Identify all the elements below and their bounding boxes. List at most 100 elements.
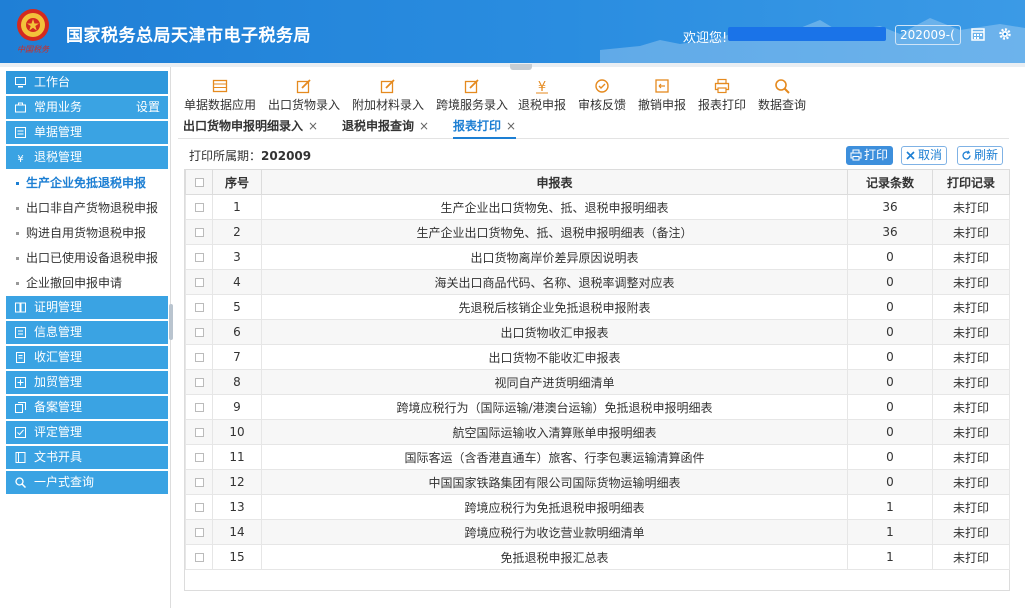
print-icon <box>714 78 730 94</box>
search-icon <box>15 477 26 488</box>
table-row[interactable]: 7 出口货物不能收汇申报表 0 未打印 <box>185 344 1010 370</box>
table-row[interactable]: 1 生产企业出口货物免、抵、退税申报明细表 36 未打印 <box>185 194 1010 220</box>
sidebar-item-filing[interactable]: 备案管理 <box>6 396 168 419</box>
table-row[interactable]: 5 先退税后核销企业免抵退税申报附表 0 未打印 <box>185 294 1010 320</box>
sidebar-item-collection[interactable]: 收汇管理 <box>6 346 168 369</box>
row-checkbox[interactable] <box>194 478 204 487</box>
sidebar-item-workbench[interactable]: 工作台 <box>6 71 168 94</box>
tab-refund-query[interactable]: 退税申报查询 × <box>342 116 429 137</box>
row-checkbox[interactable] <box>194 278 204 287</box>
sidebar: 工作台 常用业务 设置 单据管理 ¥ 退税管理 生产企业免抵退税申报 出口非自产… <box>6 71 168 496</box>
refresh-button[interactable]: 刷新 <box>957 146 1004 165</box>
row-checkbox[interactable] <box>194 453 204 462</box>
tool-data-query[interactable]: 数据查询 <box>757 72 807 112</box>
row-checkbox[interactable] <box>194 403 204 412</box>
tool-report-print[interactable]: 报表打印 <box>697 72 747 112</box>
row-checkbox[interactable] <box>194 428 204 437</box>
row-checkbox[interactable] <box>194 203 204 212</box>
row-print-status: 未打印 <box>932 319 1010 345</box>
check-icon <box>15 427 26 438</box>
row-report-name: 出口货物离岸价差异原因说明表 <box>261 244 848 270</box>
header-index: 序号 <box>212 169 262 195</box>
gear-icon[interactable] <box>998 27 1012 41</box>
sidebar-toggle-handle[interactable] <box>169 304 173 340</box>
row-print-status: 未打印 <box>932 444 1010 470</box>
close-icon[interactable]: × <box>308 119 318 133</box>
edit-icon <box>296 79 311 94</box>
svg-text:中国税务: 中国税务 <box>17 45 50 54</box>
sidebar-subitem-production-refund[interactable]: 生产企业免抵退税申报 <box>6 171 168 196</box>
row-select-cell <box>185 369 213 395</box>
table-row[interactable]: 8 视同自产进货明细清单 0 未打印 <box>185 369 1010 395</box>
common-setting-link[interactable]: 设置 <box>136 96 160 119</box>
sidebar-item-one-stop-query[interactable]: 一户式查询 <box>6 471 168 494</box>
row-checkbox[interactable] <box>194 303 204 312</box>
row-print-status: 未打印 <box>932 519 1010 545</box>
row-checkbox[interactable] <box>194 253 204 262</box>
print-button[interactable]: 打印 <box>846 146 894 165</box>
table-row[interactable]: 15 免抵退税申报汇总表 1 未打印 <box>185 544 1010 570</box>
table-row[interactable]: 2 生产企业出口货物免、抵、退税申报明细表（备注） 36 未打印 <box>185 219 1010 245</box>
tool-doc-data[interactable]: 单据数据应用 <box>183 72 257 112</box>
select-all-checkbox[interactable] <box>194 178 204 187</box>
table-row[interactable]: 13 跨境应税行为免抵退税申报明细表 1 未打印 <box>185 494 1010 520</box>
sidebar-item-certificate[interactable]: 证明管理 <box>6 296 168 319</box>
row-index: 1 <box>212 194 262 220</box>
row-checkbox[interactable] <box>194 228 204 237</box>
row-print-status: 未打印 <box>932 369 1010 395</box>
row-select-cell <box>185 319 213 345</box>
info-icon <box>15 327 26 338</box>
row-record-count: 0 <box>847 344 933 370</box>
table-row[interactable]: 11 国际客运（含香港直通车）旅客、行李包裹运输清算函件 0 未打印 <box>185 444 1010 470</box>
tool-revoke-declare[interactable]: 撤销申报 <box>637 72 687 112</box>
refund-icon: ¥ <box>17 154 23 163</box>
row-checkbox[interactable] <box>194 528 204 537</box>
sidebar-item-refund[interactable]: ¥ 退税管理 <box>6 146 168 169</box>
table-row[interactable]: 6 出口货物收汇申报表 0 未打印 <box>185 319 1010 345</box>
row-checkbox[interactable] <box>194 328 204 337</box>
table-row[interactable]: 4 海关出口商品代码、名称、退税率调整对应表 0 未打印 <box>185 269 1010 295</box>
sidebar-subitem-used-equipment[interactable]: 出口已使用设备退税申报 <box>6 246 168 271</box>
row-print-status: 未打印 <box>932 494 1010 520</box>
tool-export-entry[interactable]: 出口货物录入 <box>267 72 341 112</box>
sidebar-item-documents[interactable]: 单据管理 <box>6 121 168 144</box>
sidebar-subitem-withdraw[interactable]: 企业撤回申报申请 <box>6 271 168 296</box>
cancel-button[interactable]: 取消 <box>901 146 948 165</box>
sidebar-subitem-non-self-produced[interactable]: 出口非自产货物退税申报 <box>6 196 168 221</box>
table-row[interactable]: 3 出口货物离岸价差异原因说明表 0 未打印 <box>185 244 1010 270</box>
print-icon <box>850 149 862 161</box>
close-icon[interactable]: × <box>506 119 516 133</box>
table-row[interactable]: 12 中国国家铁路集团有限公司国际货物运输明细表 0 未打印 <box>185 469 1010 495</box>
row-checkbox[interactable] <box>194 378 204 387</box>
tool-crossborder-entry[interactable]: 跨境服务录入 <box>435 72 509 112</box>
sidebar-item-documents-issue[interactable]: 文书开具 <box>6 446 168 469</box>
row-index: 9 <box>212 394 262 420</box>
sidebar-item-info[interactable]: 信息管理 <box>6 321 168 344</box>
tool-attachment-entry[interactable]: 附加材料录入 <box>351 72 425 112</box>
row-record-count: 0 <box>847 269 933 295</box>
row-checkbox[interactable] <box>194 553 204 562</box>
row-checkbox[interactable] <box>194 353 204 362</box>
table-row[interactable]: 14 跨境应税行为收讫营业款明细清单 1 未打印 <box>185 519 1010 545</box>
row-select-cell <box>185 519 213 545</box>
sidebar-item-processing-trade[interactable]: 加贸管理 <box>6 371 168 394</box>
table-row[interactable]: 10 航空国际运输收入清算账单申报明细表 0 未打印 <box>185 419 1010 445</box>
tab-report-print[interactable]: 报表打印 × <box>453 116 517 139</box>
calendar-icon[interactable] <box>971 27 985 41</box>
row-index: 12 <box>212 469 262 495</box>
close-icon[interactable]: × <box>419 119 429 133</box>
tool-review-feedback[interactable]: 审核反馈 <box>577 72 627 112</box>
tool-refund-declare[interactable]: ¥ 退税申报 <box>517 72 567 112</box>
table-row[interactable]: 9 跨境应税行为（国际运输/港澳台运输）免抵退税申报明细表 0 未打印 <box>185 394 1010 420</box>
sidebar-item-assessment[interactable]: 评定管理 <box>6 421 168 444</box>
sidebar-subitem-purchased-goods[interactable]: 购进自用货物退税申报 <box>6 221 168 246</box>
sidebar-item-common[interactable]: 常用业务 设置 <box>6 96 168 119</box>
header-collapse-handle[interactable] <box>510 64 532 70</box>
header-status: 打印记录 <box>932 169 1010 195</box>
row-checkbox[interactable] <box>194 503 204 512</box>
row-select-cell <box>185 194 213 220</box>
tab-export-detail[interactable]: 出口货物申报明细录入 × <box>183 116 318 137</box>
row-report-name: 出口货物不能收汇申报表 <box>261 344 848 370</box>
period-selector[interactable]: 202009-( <box>895 25 961 45</box>
grid-icon <box>212 79 228 93</box>
